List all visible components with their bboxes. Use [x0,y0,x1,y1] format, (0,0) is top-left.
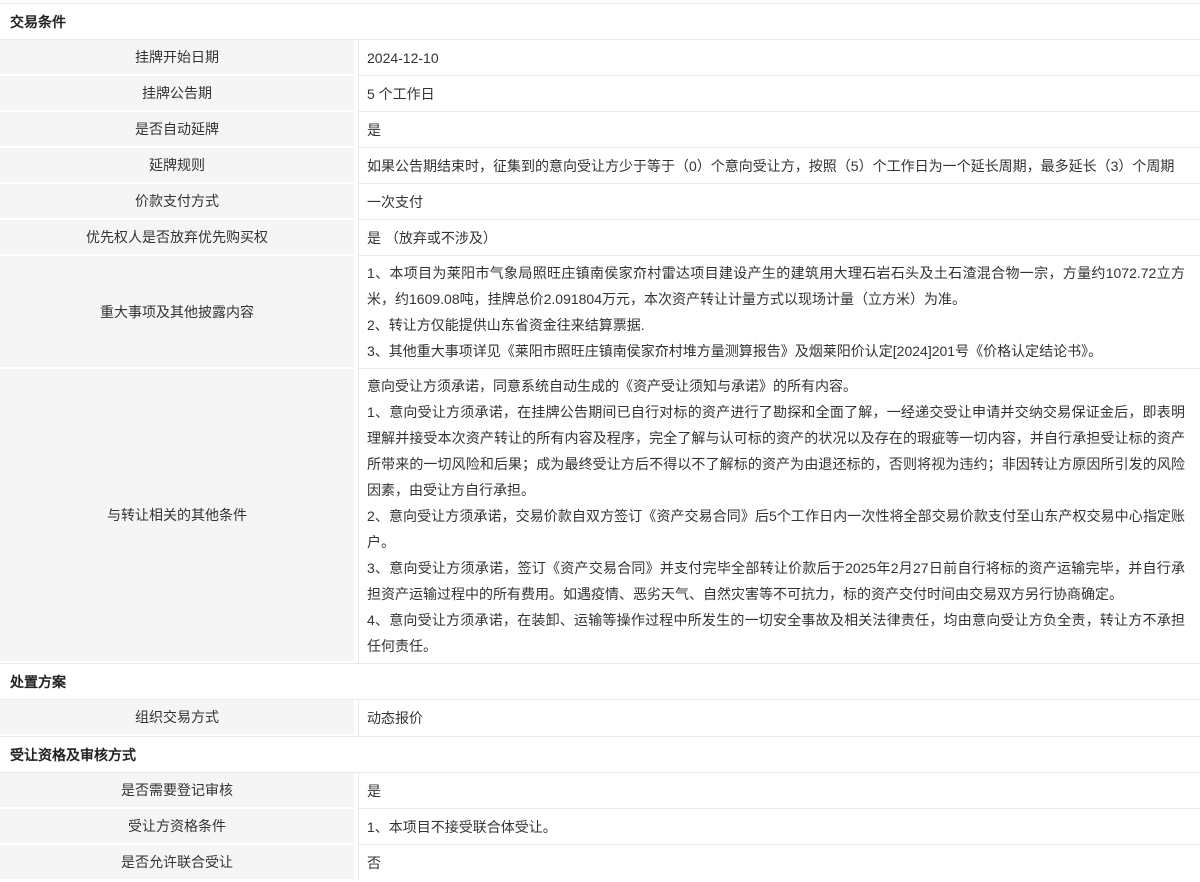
field-value: 如果公告期结束时，征集到的意向受让方少于等于（0）个意向受让方，按照（5）个工作… [358,148,1200,184]
detail-section: 处置方案 组织交易方式 动态报价 [0,663,1200,736]
field-value: 动态报价 [358,700,1200,736]
value-paragraph: 3、其他重大事项详见《莱阳市照旺庄镇南侯家夼村堆方量测算报告》及烟莱阳价认定[2… [367,338,1185,364]
section-title: 处置方案 [0,663,1200,700]
field-row: 是否自动延牌 是 [0,112,1200,148]
field-label: 组织交易方式 [0,700,354,736]
value-paragraph: 是 [367,778,1185,804]
value-paragraph: 2、转让方仅能提供山东省资金往来结算票据. [367,312,1185,338]
section-title: 交易条件 [0,3,1200,40]
detail-section: 交易条件 挂牌开始日期 2024-12-10 挂牌公告期 5 个工作日 是否自动… [0,3,1200,663]
field-label: 是否自动延牌 [0,112,354,148]
field-value: 是 [358,773,1200,809]
value-paragraph: 1、本项目不接受联合体受让。 [367,814,1185,840]
field-row: 与转让相关的其他条件 意向受让方须承诺，同意系统自动生成的《资产受让须知与承诺》… [0,369,1200,663]
value-paragraph: 4、意向受让方须承诺，在装卸、运输等操作过程中所发生的一切安全事故及相关法律责任… [367,607,1185,659]
field-label: 是否允许联合受让 [0,845,354,881]
field-row: 是否允许联合受让 否 [0,845,1200,881]
value-paragraph: 是 （放弃或不涉及） [367,225,1185,251]
field-label: 挂牌开始日期 [0,40,354,76]
field-row: 是否需要登记审核 是 [0,773,1200,809]
field-value: 1、本项目为莱阳市气象局照旺庄镇南侯家夼村雷达项目建设产生的建筑用大理石岩石头及… [358,256,1200,369]
value-paragraph: 是 [367,117,1185,143]
section-rows: 组织交易方式 动态报价 [0,700,1200,736]
field-label: 延牌规则 [0,148,354,184]
field-row: 挂牌公告期 5 个工作日 [0,76,1200,112]
field-label: 与转让相关的其他条件 [0,369,354,663]
value-paragraph: 5 个工作日 [367,81,1185,107]
value-paragraph: 1、意向受让方须承诺，在挂牌公告期间已自行对标的资产进行了勘探和全面了解，一经递… [367,399,1185,503]
value-paragraph: 否 [367,850,1185,876]
value-paragraph: 3、意向受让方须承诺，签订《资产交易合同》并支付完毕全部转让价款后于2025年2… [367,555,1185,607]
value-paragraph: 2、意向受让方须承诺，交易价款自双方签订《资产交易合同》后5个工作日内一次性将全… [367,503,1185,555]
section-title: 受让资格及审核方式 [0,736,1200,773]
value-paragraph: 一次支付 [367,189,1185,215]
field-row: 受让方资格条件 1、本项目不接受联合体受让。 [0,809,1200,845]
detail-section: 受让资格及审核方式 是否需要登记审核 是 受让方资格条件 1、本项目不接受联合体… [0,736,1200,881]
value-paragraph: 2024-12-10 [367,45,1185,71]
field-value: 否 [358,845,1200,881]
field-label: 是否需要登记审核 [0,773,354,809]
value-paragraph: 意向受让方须承诺，同意系统自动生成的《资产受让须知与承诺》的所有内容。 [367,373,1185,399]
field-value: 5 个工作日 [358,76,1200,112]
value-paragraph: 动态报价 [367,705,1185,731]
field-label: 价款支付方式 [0,184,354,220]
field-value: 是 [358,112,1200,148]
field-row: 优先权人是否放弃优先购买权 是 （放弃或不涉及） [0,220,1200,256]
field-value: 是 （放弃或不涉及） [358,220,1200,256]
listing-detail-table: 交易条件 挂牌开始日期 2024-12-10 挂牌公告期 5 个工作日 是否自动… [0,3,1200,881]
section-rows: 挂牌开始日期 2024-12-10 挂牌公告期 5 个工作日 是否自动延牌 是 … [0,40,1200,663]
field-label: 优先权人是否放弃优先购买权 [0,220,354,256]
value-paragraph: 1、本项目为莱阳市气象局照旺庄镇南侯家夼村雷达项目建设产生的建筑用大理石岩石头及… [367,260,1185,312]
field-value: 1、本项目不接受联合体受让。 [358,809,1200,845]
field-label: 挂牌公告期 [0,76,354,112]
field-row: 组织交易方式 动态报价 [0,700,1200,736]
field-row: 延牌规则 如果公告期结束时，征集到的意向受让方少于等于（0）个意向受让方，按照（… [0,148,1200,184]
field-row: 挂牌开始日期 2024-12-10 [0,40,1200,76]
field-row: 价款支付方式 一次支付 [0,184,1200,220]
field-value: 一次支付 [358,184,1200,220]
value-paragraph: 如果公告期结束时，征集到的意向受让方少于等于（0）个意向受让方，按照（5）个工作… [367,153,1185,179]
field-label: 受让方资格条件 [0,809,354,845]
field-value: 意向受让方须承诺，同意系统自动生成的《资产受让须知与承诺》的所有内容。 1、意向… [358,369,1200,663]
field-label: 重大事项及其他披露内容 [0,256,354,369]
field-value: 2024-12-10 [358,40,1200,76]
field-row: 重大事项及其他披露内容 1、本项目为莱阳市气象局照旺庄镇南侯家夼村雷达项目建设产… [0,256,1200,369]
section-rows: 是否需要登记审核 是 受让方资格条件 1、本项目不接受联合体受让。 是否允许联合… [0,773,1200,881]
